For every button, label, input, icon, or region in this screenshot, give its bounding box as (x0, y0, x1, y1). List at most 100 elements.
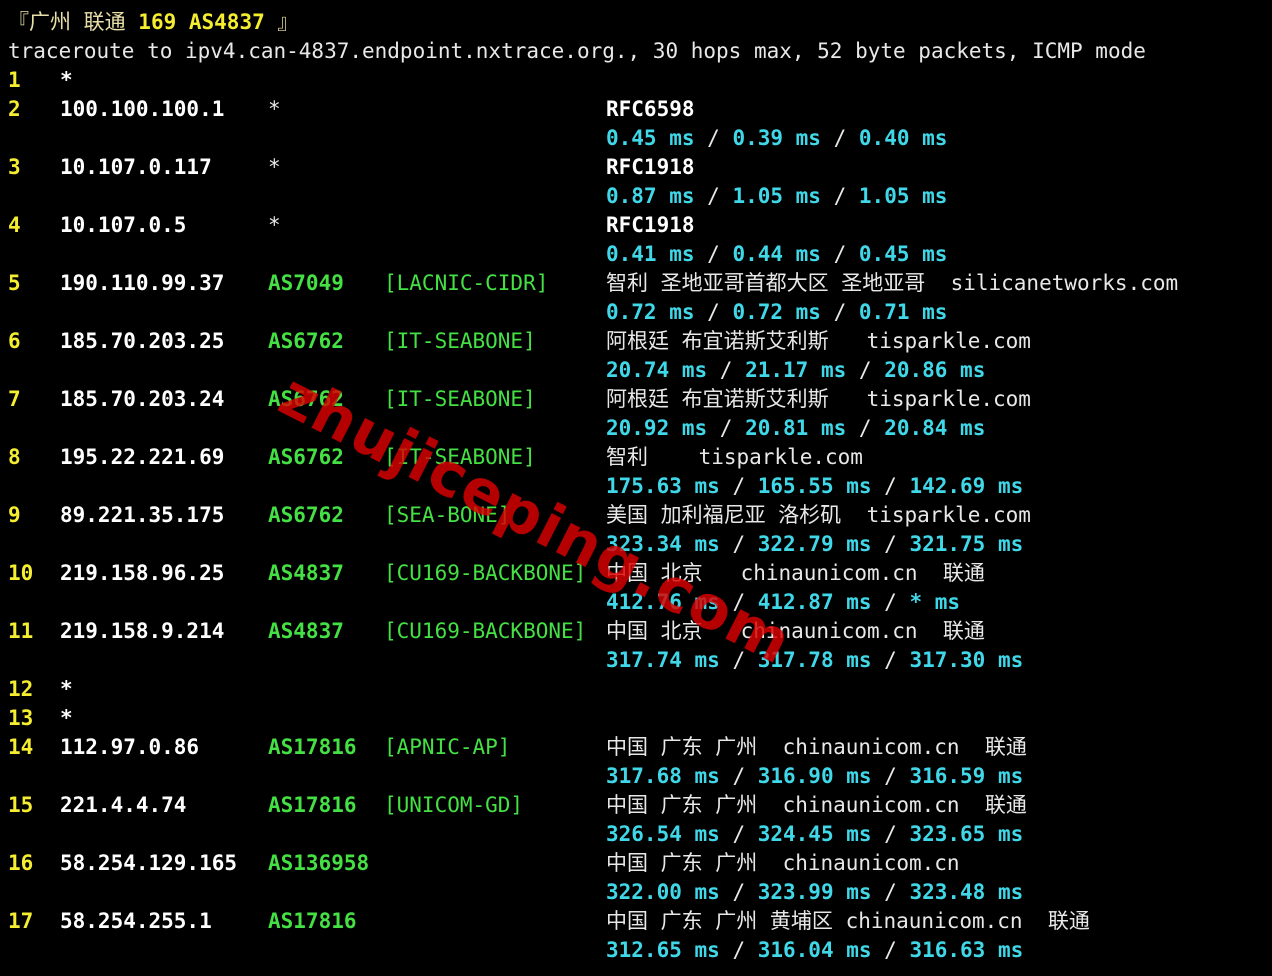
rtt-values: 317.68 ms / 316.90 ms / 316.59 ms (606, 762, 1023, 791)
hop-ip: 112.97.0.86 (60, 735, 200, 759)
rtt-value: * ms (909, 590, 961, 614)
rtt-values: 323.34 ms / 322.79 ms / 321.75 ms (606, 530, 1023, 559)
rtt-value: 326.54 ms (606, 822, 720, 846)
hop-network-tag: [IT-SEABONE] (384, 387, 536, 411)
rtt-separator: / (871, 764, 910, 788)
hop-ip: 221.4.4.74 (60, 793, 187, 817)
hop-ip: 195.22.221.69 (60, 445, 225, 469)
hop-rtt-row: 317.74 ms / 317.78 ms / 317.30 ms (8, 646, 1268, 675)
hop-row: 4 10.107.0.5 * RFC1918 (8, 211, 1268, 240)
rtt-separator: / (719, 880, 758, 904)
hop-rtt-row: 175.63 ms / 165.55 ms / 142.69 ms (8, 472, 1268, 501)
rtt-value: 317.74 ms (606, 648, 720, 672)
hop-number: 7 (8, 387, 21, 411)
hop-number: 17 (8, 909, 34, 933)
rtt-value: 1.05 ms (858, 184, 948, 208)
rtt-values: 322.00 ms / 323.99 ms / 323.48 ms (606, 878, 1023, 907)
rtt-separator: / (871, 938, 910, 962)
hop-rtt-row: 0.41 ms / 0.44 ms / 0.45 ms (8, 240, 1268, 269)
rtt-separator: / (694, 300, 733, 324)
hop-rtt-row: 326.54 ms / 324.45 ms / 323.65 ms (8, 820, 1268, 849)
hop-number: 9 (8, 503, 21, 527)
rtt-value: 322.00 ms (606, 880, 720, 904)
rtt-value: 322.79 ms (757, 532, 872, 556)
rtt-separator: / (871, 474, 910, 498)
hop-list: 1 * 2 100.100.100.1 * RFC6598 0.45 ms / 0.39 m… (8, 66, 1268, 965)
rtt-value: 0.39 ms (732, 126, 821, 150)
hop-probe-timeout: * (268, 213, 281, 237)
rtt-value: 20.92 ms (606, 416, 708, 440)
rtt-value: 0.72 ms (606, 300, 695, 324)
title-line: 『广州 联通 169 AS4837 』 (8, 8, 1268, 37)
hop-number: 6 (8, 329, 21, 353)
rtt-value: 20.81 ms (745, 416, 847, 440)
hop-asn: AS17816 (268, 909, 357, 933)
hop-network-tag: [CU169-BACKBONE] (384, 619, 587, 643)
hop-row: 1 * (8, 66, 1268, 95)
rtt-separator: / (694, 126, 733, 150)
rtt-separator: / (719, 590, 758, 614)
hop-asn: AS6762 (268, 387, 344, 411)
hop-row: 6 185.70.203.25 AS6762 [IT-SEABONE] 阿根廷 布宜诺斯… (8, 327, 1268, 356)
hop-row: 9 89.221.35.175 AS6762 [SEA-BONE] 美国 加利福尼亚 洛… (8, 501, 1268, 530)
rtt-value: 323.65 ms (909, 822, 1024, 846)
hop-location: RFC1918 (606, 155, 695, 179)
rtt-value: 0.41 ms (606, 242, 695, 266)
hop-ip: * (60, 706, 73, 730)
hop-row: 7 185.70.203.24 AS6762 [IT-SEABONE] 阿根廷 布宜诺斯… (8, 385, 1268, 414)
hop-asn: AS6762 (268, 503, 344, 527)
hop-number: 5 (8, 271, 21, 295)
rtt-value: 412.76 ms (606, 590, 720, 614)
hop-row: 14 112.97.0.86 AS17816 [APNIC-AP] 中国 广东 广州 c… (8, 733, 1268, 762)
title-close: 』 (264, 10, 299, 34)
rtt-values: 326.54 ms / 324.45 ms / 323.65 ms (606, 820, 1023, 849)
rtt-values: 20.92 ms / 20.81 ms / 20.84 ms (606, 414, 985, 443)
rtt-separator: / (820, 184, 859, 208)
hop-network-tag: [CU169-BACKBONE] (384, 561, 587, 585)
hop-number: 14 (8, 735, 34, 759)
rtt-value: 0.72 ms (732, 300, 821, 324)
hop-rtt-row: 322.00 ms / 323.99 ms / 323.48 ms (8, 878, 1268, 907)
rtt-values: 20.74 ms / 21.17 ms / 20.86 ms (606, 356, 985, 385)
hop-row: 10 219.158.96.25 AS4837 [CU169-BACKBONE] 中国 … (8, 559, 1268, 588)
rtt-value: 323.99 ms (757, 880, 872, 904)
hop-network-tag: [LACNIC-CIDR] (384, 271, 549, 295)
hop-number: 15 (8, 793, 34, 817)
rtt-value: 323.48 ms (909, 880, 1024, 904)
rtt-separator: / (820, 300, 859, 324)
rtt-value: 316.04 ms (757, 938, 872, 962)
rtt-separator: / (719, 474, 758, 498)
rtt-value: 316.63 ms (909, 938, 1024, 962)
terminal-output: 『广州 联通 169 AS4837 』 traceroute to ipv4.c… (8, 8, 1268, 965)
hop-row: 17 58.254.255.1 AS17816 中国 广东 广州 黄埔区 chinau… (8, 907, 1268, 936)
hop-rtt-row: 0.72 ms / 0.72 ms / 0.71 ms (8, 298, 1268, 327)
hop-ip: 219.158.9.214 (60, 619, 225, 643)
rtt-separator: / (694, 242, 733, 266)
rtt-value: 0.87 ms (606, 184, 695, 208)
rtt-value: 0.45 ms (858, 242, 948, 266)
rtt-values: 317.74 ms / 317.78 ms / 317.30 ms (606, 646, 1023, 675)
hop-rtt-row: 0.87 ms / 1.05 ms / 1.05 ms (8, 182, 1268, 211)
hop-number: 12 (8, 677, 34, 701)
rtt-value: 142.69 ms (909, 474, 1024, 498)
rtt-value: 323.34 ms (606, 532, 720, 556)
rtt-values: 412.76 ms / 412.87 ms / * ms (606, 588, 960, 617)
rtt-values: 0.72 ms / 0.72 ms / 0.71 ms (606, 298, 947, 327)
rtt-value: 317.78 ms (757, 648, 872, 672)
title-open: 『广州 联通 (8, 10, 139, 34)
rtt-values: 312.65 ms / 316.04 ms / 316.63 ms (606, 936, 1023, 965)
hop-rtt-row: 312.65 ms / 316.04 ms / 316.63 ms (8, 936, 1268, 965)
hop-ip: 185.70.203.24 (60, 387, 225, 411)
hop-network-tag: [IT-SEABONE] (384, 329, 536, 353)
rtt-values: 0.87 ms / 1.05 ms / 1.05 ms (606, 182, 947, 211)
rtt-value: 0.71 ms (858, 300, 948, 324)
hop-row: 16 58.254.129.165 AS136958 中国 广东 广州 chinaun… (8, 849, 1268, 878)
hop-ip: 89.221.35.175 (60, 503, 225, 527)
hop-ip: 190.110.99.37 (60, 271, 225, 295)
hop-location: 中国 广东 广州 chinaunicom.cn 联通 (606, 735, 1027, 759)
hop-asn: AS7049 (268, 271, 344, 295)
rtt-value: 0.44 ms (732, 242, 821, 266)
hop-rtt-row: 20.92 ms / 20.81 ms / 20.84 ms (8, 414, 1268, 443)
hop-ip: * (60, 677, 73, 701)
rtt-separator: / (871, 532, 910, 556)
